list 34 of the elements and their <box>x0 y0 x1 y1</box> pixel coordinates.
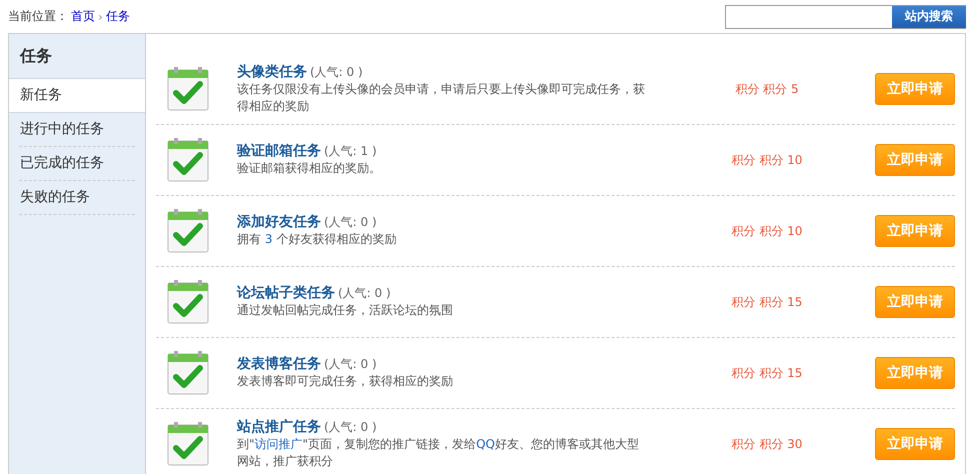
popularity-count: (人气: 0 ) <box>338 286 391 300</box>
reward-points: 积分 积分 10 <box>730 222 804 240</box>
task-description: 通过发帖回帖完成任务，活跃论坛的氛围 <box>237 302 454 319</box>
breadcrumb-link[interactable]: 首页 <box>71 8 95 25</box>
task-description: 验证邮箱获得相应的奖励。 <box>237 160 382 177</box>
search-field[interactable]: 站内搜索 <box>725 4 966 28</box>
task-title[interactable]: 发表博客任务 <box>237 356 321 372</box>
search-button[interactable]: 站内搜索 <box>892 6 966 28</box>
popularity-count: (人气: 0 ) <box>324 357 377 371</box>
sidebar-item[interactable]: 已完成的任务 <box>19 147 135 181</box>
reward-points: 积分 积分 10 <box>730 152 804 168</box>
sidebar-item[interactable]: 新任务 <box>9 79 145 113</box>
reward-points: 积分 积分 30 <box>730 436 804 452</box>
task-title[interactable]: 论坛帖子类任务 <box>237 285 335 301</box>
reward-points: 积分 积分 5 <box>734 80 800 98</box>
popularity-count: (人气: 0 ) <box>310 64 363 78</box>
task-title[interactable]: 站点推广任务 <box>237 418 321 434</box>
task-description: 到"访问推广"页面，复制您的推广链接，发给QQ好友、您的博客或其他大型网站，推广获积分 <box>237 436 640 470</box>
popularity-count: (人气: 0 ) <box>324 420 377 434</box>
sidebar-item[interactable]: 失败的任务 <box>19 181 135 215</box>
task-description: 拥有 3 个好友获得相应的奖励 <box>237 231 398 248</box>
task-description: 该任务仅限没有上传头像的会员申请，申请后只要上传头像即可完成任务，获得相应的奖励 <box>237 80 646 114</box>
popularity-count: (人气: 1 ) <box>324 144 377 158</box>
reward-points: 积分 积分 15 <box>730 294 804 310</box>
sidebar-item[interactable]: 进行中的任务 <box>19 113 135 147</box>
task-title[interactable]: 头像类任务 <box>237 64 307 80</box>
breadcrumb-label: 当前位置： <box>8 8 68 25</box>
task-title[interactable]: 添加好友任务 <box>237 214 321 230</box>
reward-points: 积分 积分 15 <box>730 364 804 382</box>
breadcrumb-link[interactable]: 任务 <box>106 8 130 25</box>
breadcrumb-separator: › <box>98 10 103 24</box>
task-description: 发表博客即可完成任务，获得相应的奖励 <box>237 373 454 390</box>
task-title[interactable]: 验证邮箱任务 <box>237 143 321 159</box>
popularity-count: (人气: 0 ) <box>324 215 377 229</box>
